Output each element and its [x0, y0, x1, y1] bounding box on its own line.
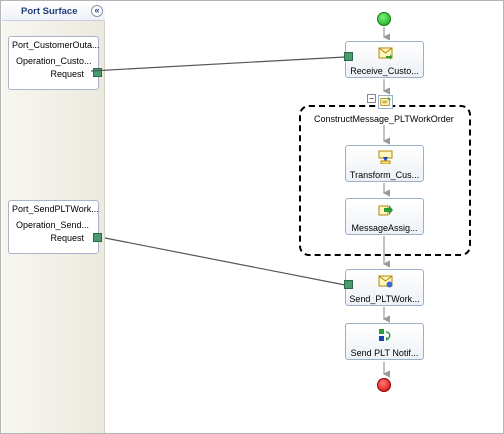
shape-label: Send PLT Notif... — [350, 348, 419, 358]
receive-shape[interactable]: Receive_Custo... — [345, 41, 424, 78]
shape-label: MessageAssig... — [351, 223, 418, 233]
send-plt-notification-shape[interactable]: Send PLT Notif... — [345, 323, 424, 360]
message-assignment-icon — [378, 205, 393, 216]
send-icon — [378, 275, 393, 288]
end-shape[interactable] — [377, 378, 391, 392]
transform-icon — [378, 150, 393, 164]
send-port-connector[interactable] — [344, 280, 353, 289]
construct-message-icon — [378, 95, 393, 109]
shape-label: Send_PLTWork... — [349, 294, 420, 304]
receive-port-connector[interactable] — [344, 52, 353, 61]
scope-label: ConstructMessage_PLTWorkOrder — [314, 114, 454, 124]
send-shape[interactable]: Send_PLTWork... — [345, 269, 424, 306]
message-assignment-shape[interactable]: MessageAssig... — [345, 198, 424, 235]
orchestration-designer: Port Surface « Port_CustomerOuta... Oper… — [0, 0, 504, 434]
shape-label: Receive_Custo... — [350, 66, 419, 76]
receive-icon — [378, 47, 393, 60]
transform-shape[interactable]: Transform_Cus... — [345, 145, 424, 182]
call-orchestration-icon — [379, 329, 391, 341]
port-binding-wire — [90, 56, 346, 72]
start-shape[interactable] — [377, 12, 391, 26]
scope-collapse-button[interactable]: − — [367, 94, 376, 103]
shape-label: Transform_Cus... — [349, 170, 420, 180]
